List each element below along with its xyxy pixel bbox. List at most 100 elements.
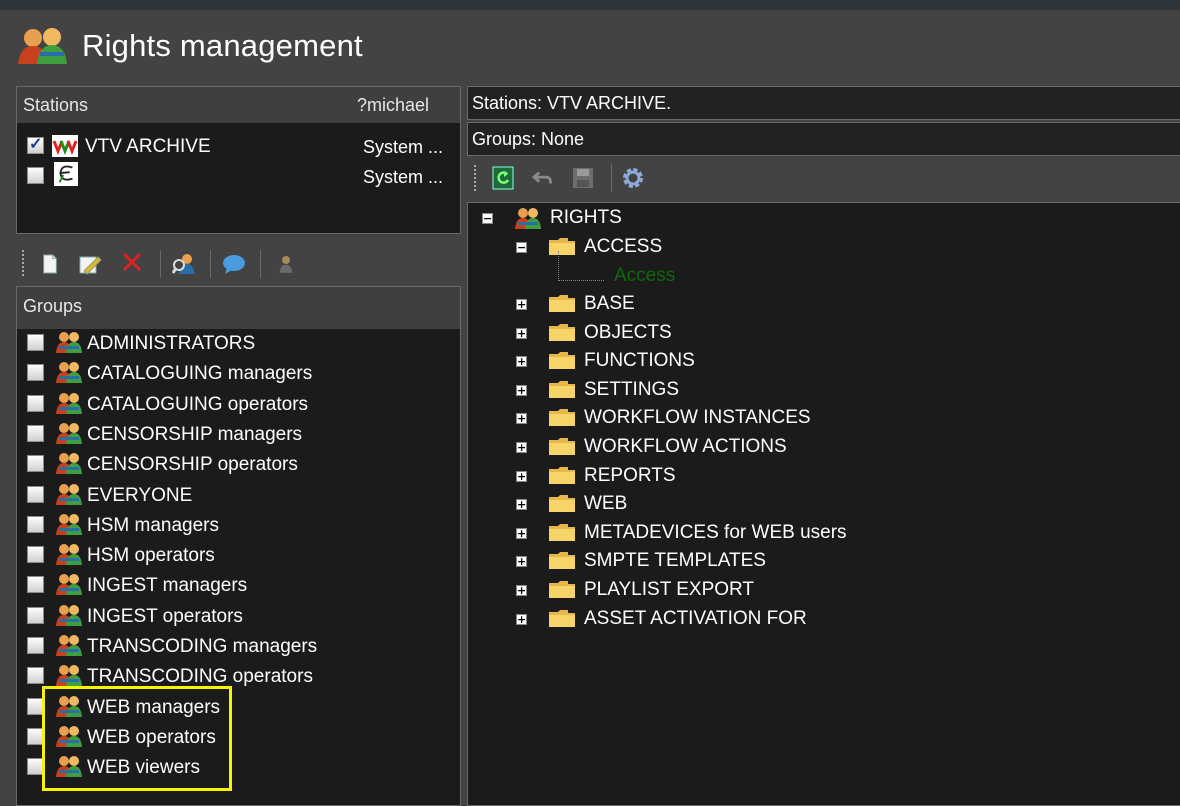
window-top-strip <box>0 0 1180 10</box>
folder-icon <box>548 293 576 313</box>
expand-icon[interactable]: + <box>516 613 527 625</box>
group-label: CATALOGUING managers <box>87 363 313 385</box>
expand-icon[interactable]: + <box>516 470 527 482</box>
expand-icon[interactable]: + <box>516 299 527 310</box>
toolbar-grip[interactable] <box>474 165 479 191</box>
group-list-item[interactable]: INGEST managers <box>17 573 460 601</box>
tree-node[interactable]: + WEB <box>468 491 1168 519</box>
group-list-item[interactable]: CATALOGUING managers <box>17 361 460 389</box>
tree-node-label: FUNCTIONS <box>584 350 695 372</box>
expand-icon[interactable]: + <box>516 556 527 568</box>
group-label: TRANSCODING managers <box>87 636 318 657</box>
folder-icon <box>548 465 576 485</box>
group-list-item[interactable]: CATALOGUING operators <box>17 392 460 420</box>
group-list-item[interactable]: CENSORSHIP operators <box>17 452 460 480</box>
folder-icon <box>548 493 576 513</box>
group-label: EVERYONE <box>87 484 193 506</box>
group-checkbox[interactable] <box>27 576 44 594</box>
user-group-icon <box>55 422 83 444</box>
station-row[interactable]: VTV ARCHIVE System ... <box>17 133 460 161</box>
tree-node[interactable]: + OBJECTS <box>468 320 1168 348</box>
user-group-icon <box>55 543 83 566</box>
tree-node-label: WORKFLOW ACTIONS <box>584 436 787 457</box>
message-icon[interactable] <box>222 252 246 276</box>
collapse-icon[interactable]: − <box>482 213 493 224</box>
stations-header: Stations ?michael <box>17 87 460 123</box>
tree-node-label: SMPTE TEMPLATES <box>584 550 766 572</box>
tree-node[interactable]: + WORKFLOW ACTIONS <box>468 434 1168 462</box>
user-group-icon <box>55 604 83 626</box>
group-list-item[interactable]: EVERYONE <box>17 483 460 511</box>
user-group-icon <box>55 331 83 353</box>
stations-header-user: ?michael <box>357 95 430 115</box>
folder-icon <box>548 436 576 456</box>
group-label: CATALOGUING operators <box>87 393 309 415</box>
tree-node[interactable]: + FUNCTIONS <box>468 348 1168 376</box>
edit-icon[interactable] <box>78 252 102 276</box>
user-group-icon <box>55 634 83 656</box>
refresh-icon[interactable] <box>491 166 515 190</box>
station-row[interactable]: System ... <box>17 162 460 191</box>
group-checkbox[interactable] <box>27 424 44 442</box>
tree-node[interactable]: + BASE <box>468 291 1168 319</box>
delete-icon[interactable] <box>120 250 144 274</box>
tree-node[interactable]: + WORKFLOW INSTANCES <box>468 405 1168 433</box>
groups-header: Groups <box>17 287 460 329</box>
group-list-item[interactable]: INGEST operators <box>17 604 460 632</box>
group-list-item[interactable]: TRANSCODING managers <box>17 634 460 662</box>
stations-panel: Stations ?michael VTV ARCHIVE System ...… <box>16 86 461 234</box>
tree-leaf-access[interactable]: Access <box>468 263 1168 291</box>
tree-node[interactable]: + SMPTE TEMPLATES <box>468 548 1168 576</box>
group-checkbox[interactable] <box>27 455 44 473</box>
save-icon[interactable] <box>571 166 595 190</box>
tree-node[interactable]: + REPORTS <box>468 463 1168 491</box>
tree-node[interactable]: + PLAYLIST EXPORT <box>468 577 1168 605</box>
station-checkbox[interactable] <box>27 134 44 154</box>
folder-icon <box>548 550 576 570</box>
expand-icon[interactable]: + <box>516 585 527 596</box>
toolbar-grip[interactable] <box>22 250 27 276</box>
expand-icon[interactable]: + <box>516 327 527 339</box>
collapse-icon[interactable]: − <box>516 242 527 253</box>
tree-root-rights[interactable]: − RIGHTS <box>468 205 1168 233</box>
undo-icon[interactable] <box>531 166 555 190</box>
user-group-icon <box>55 392 83 414</box>
expand-icon[interactable]: + <box>516 413 527 425</box>
group-checkbox[interactable] <box>27 667 44 685</box>
group-checkbox[interactable] <box>27 394 44 412</box>
folder-icon <box>548 407 576 427</box>
station-checkbox[interactable] <box>27 167 44 184</box>
tree-node-label: WEB <box>584 493 628 515</box>
group-checkbox[interactable] <box>27 364 44 382</box>
user-group-icon <box>55 573 83 596</box>
expand-icon[interactable]: + <box>516 527 527 539</box>
expand-icon[interactable]: + <box>516 356 527 368</box>
group-label: HSM operators <box>87 545 215 567</box>
user-icon[interactable] <box>274 252 298 276</box>
tree-node[interactable]: + ASSET ACTIVATION FOR <box>468 606 1168 634</box>
group-checkbox[interactable] <box>27 546 44 564</box>
new-document-icon[interactable] <box>38 252 62 276</box>
group-list-item[interactable]: ADMINISTRATORS <box>17 331 460 359</box>
group-checkbox[interactable] <box>27 334 44 351</box>
folder-icon <box>548 322 576 342</box>
settings-gear-icon[interactable] <box>621 166 645 190</box>
tree-node[interactable]: + METADEVICES for WEB users <box>468 520 1168 548</box>
tree-node-label: PLAYLIST EXPORT <box>584 579 755 600</box>
tree-node[interactable]: + SETTINGS <box>468 377 1168 405</box>
tree-node-label: Access <box>614 265 676 286</box>
group-list-item[interactable]: CENSORSHIP managers <box>17 422 460 450</box>
folder-icon <box>548 579 576 599</box>
group-checkbox[interactable] <box>27 637 44 654</box>
expand-icon[interactable]: + <box>516 499 527 511</box>
folder-icon <box>548 522 576 542</box>
search-user-icon[interactable] <box>172 252 196 276</box>
group-list-item[interactable]: HSM managers <box>17 513 460 541</box>
group-checkbox[interactable] <box>27 606 44 624</box>
expand-icon[interactable]: + <box>516 384 527 396</box>
expand-icon[interactable]: + <box>516 442 527 453</box>
group-checkbox[interactable] <box>27 485 44 503</box>
group-checkbox[interactable] <box>27 515 44 533</box>
tree-node-label: BASE <box>584 293 635 314</box>
group-list-item[interactable]: HSM operators <box>17 543 460 571</box>
